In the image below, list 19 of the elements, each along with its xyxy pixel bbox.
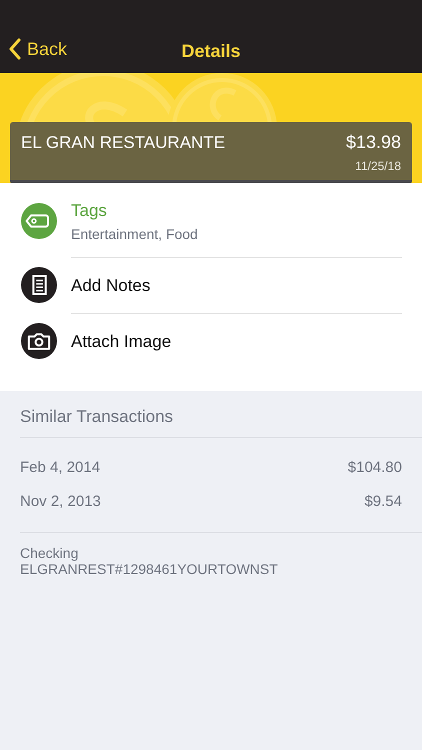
transaction-amount: $9.54 <box>364 492 402 510</box>
merchant-name: EL GRAN RESTAURANTE <box>21 133 226 153</box>
screen-title: Details <box>181 40 241 62</box>
action-title[interactable]: Attach Image <box>71 332 402 352</box>
transaction-amount: $13.98 <box>346 132 401 153</box>
transaction-amount: $104.80 <box>348 458 402 476</box>
account-name: Checking <box>20 545 78 561</box>
section-heading: Similar Transactions <box>20 391 422 438</box>
account-description: ELGRANREST#1298461YOURTOWNST <box>20 561 278 577</box>
camera-icon[interactable] <box>21 323 57 359</box>
tag-list: Entertainment, Food <box>71 226 402 242</box>
transaction-date: 11/25/18 <box>355 159 401 173</box>
transaction-date: Feb 4, 2014 <box>20 458 100 476</box>
action-title[interactable]: Add Notes <box>71 276 402 296</box>
chevron-icon <box>8 38 21 60</box>
tag-icon[interactable] <box>21 203 57 239</box>
notes-icon[interactable] <box>21 267 57 303</box>
back-button[interactable]: Back <box>8 38 68 60</box>
transaction-date: Nov 2, 2013 <box>20 492 101 510</box>
